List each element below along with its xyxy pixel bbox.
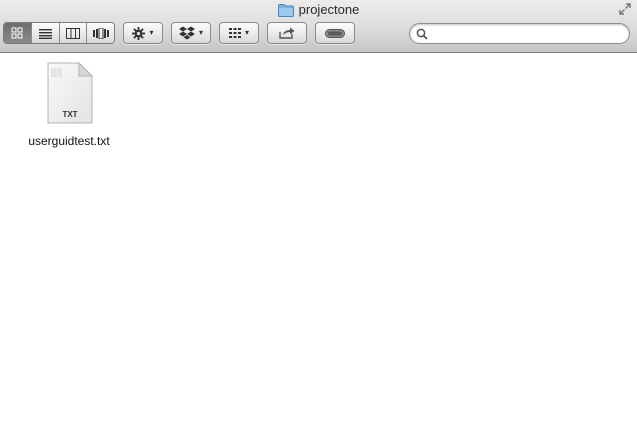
- view-mode-control: [3, 22, 115, 44]
- window-title: projectone: [0, 2, 637, 21]
- column-view-icon: [65, 27, 80, 39]
- finder-window: projectone ▾ ▾ ▾ TXT userguidtest.txt: [0, 0, 637, 435]
- share-button[interactable]: [267, 22, 307, 44]
- tags-toggle-button[interactable]: [315, 22, 355, 44]
- cover-flow-view-button[interactable]: [86, 23, 114, 43]
- title-bar: projectone ▾ ▾ ▾: [0, 0, 637, 53]
- cover-flow-icon: [92, 27, 109, 39]
- list-view-button[interactable]: [30, 23, 59, 43]
- search-input[interactable]: [432, 25, 626, 44]
- chevron-down-icon: ▾: [244, 28, 249, 37]
- file-type-label: TXT: [62, 110, 77, 119]
- fullscreen-icon[interactable]: [619, 3, 631, 15]
- search-field[interactable]: [409, 23, 630, 44]
- dropbox-icon: [178, 26, 195, 40]
- chevron-down-icon: ▾: [149, 28, 154, 37]
- list-view-icon: [38, 28, 52, 39]
- dropbox-menu-button[interactable]: ▾: [171, 22, 211, 44]
- folder-icon: [277, 3, 294, 17]
- gear-icon: [132, 26, 146, 40]
- chevron-down-icon: ▾: [198, 28, 203, 37]
- window-title-text: projectone: [298, 2, 360, 17]
- text-document-icon: TXT: [47, 61, 94, 124]
- icon-view-icon: [11, 27, 23, 39]
- arrange-menu-button[interactable]: ▾: [219, 22, 259, 44]
- icon-view-button[interactable]: [4, 23, 31, 43]
- file-name: userguidtest.txt: [28, 134, 110, 148]
- action-menu-button[interactable]: ▾: [123, 22, 163, 44]
- file-browser-area: TXT userguidtest.txt: [0, 53, 637, 435]
- search-icon: [416, 28, 428, 40]
- file-item[interactable]: TXT userguidtest.txt: [18, 61, 120, 148]
- share-icon: [279, 27, 295, 39]
- column-view-button[interactable]: [58, 23, 87, 43]
- arrange-grid-icon: [228, 28, 241, 38]
- toggle-icon: [325, 28, 345, 38]
